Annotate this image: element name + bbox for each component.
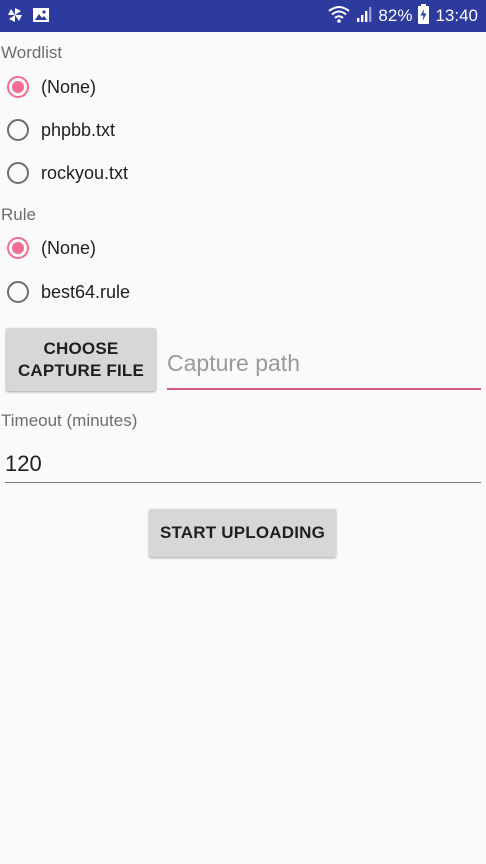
radio-button[interactable] <box>7 119 29 141</box>
battery-percent: 82% <box>378 6 413 25</box>
battery-charging-icon <box>418 3 430 29</box>
image-icon <box>32 6 50 29</box>
timeout-label: Timeout (minutes) <box>1 411 138 430</box>
pinwheel-icon <box>6 6 24 29</box>
timeout-input[interactable] <box>5 446 481 483</box>
status-bar: 82% 13:40 <box>0 0 486 32</box>
radio-button-checked[interactable] <box>7 237 29 259</box>
radio-label: phpbb.txt <box>41 119 116 140</box>
choose-capture-file-button[interactable]: CHOOSE CAPTURE FILE <box>6 328 156 391</box>
radio-label: (None) <box>41 237 97 258</box>
rule-label: Rule <box>1 205 36 224</box>
radio-button[interactable] <box>7 162 29 184</box>
wordlist-option-rockyou[interactable]: rockyou.txt <box>7 155 128 191</box>
start-uploading-button[interactable]: START UPLOADING <box>149 509 336 557</box>
rule-option-best64[interactable]: best64.rule <box>7 274 130 310</box>
radio-button-checked[interactable] <box>7 76 29 98</box>
clock: 13:40 <box>435 6 478 25</box>
wordlist-option-phpbb[interactable]: phpbb.txt <box>7 112 115 148</box>
radio-label: rockyou.txt <box>41 162 129 183</box>
wordlist-label: Wordlist <box>1 43 63 62</box>
wifi-icon <box>328 5 351 28</box>
button-label-line1: CHOOSE <box>43 338 119 358</box>
rule-option-none[interactable]: (None) <box>7 230 96 266</box>
radio-label: best64.rule <box>41 281 131 302</box>
radio-button[interactable] <box>7 281 29 303</box>
capture-path-input[interactable] <box>167 338 481 390</box>
signal-icon <box>356 5 372 28</box>
radio-label: (None) <box>41 76 97 97</box>
button-label-line2: CAPTURE FILE <box>17 360 145 380</box>
wordlist-option-none[interactable]: (None) <box>7 69 96 105</box>
